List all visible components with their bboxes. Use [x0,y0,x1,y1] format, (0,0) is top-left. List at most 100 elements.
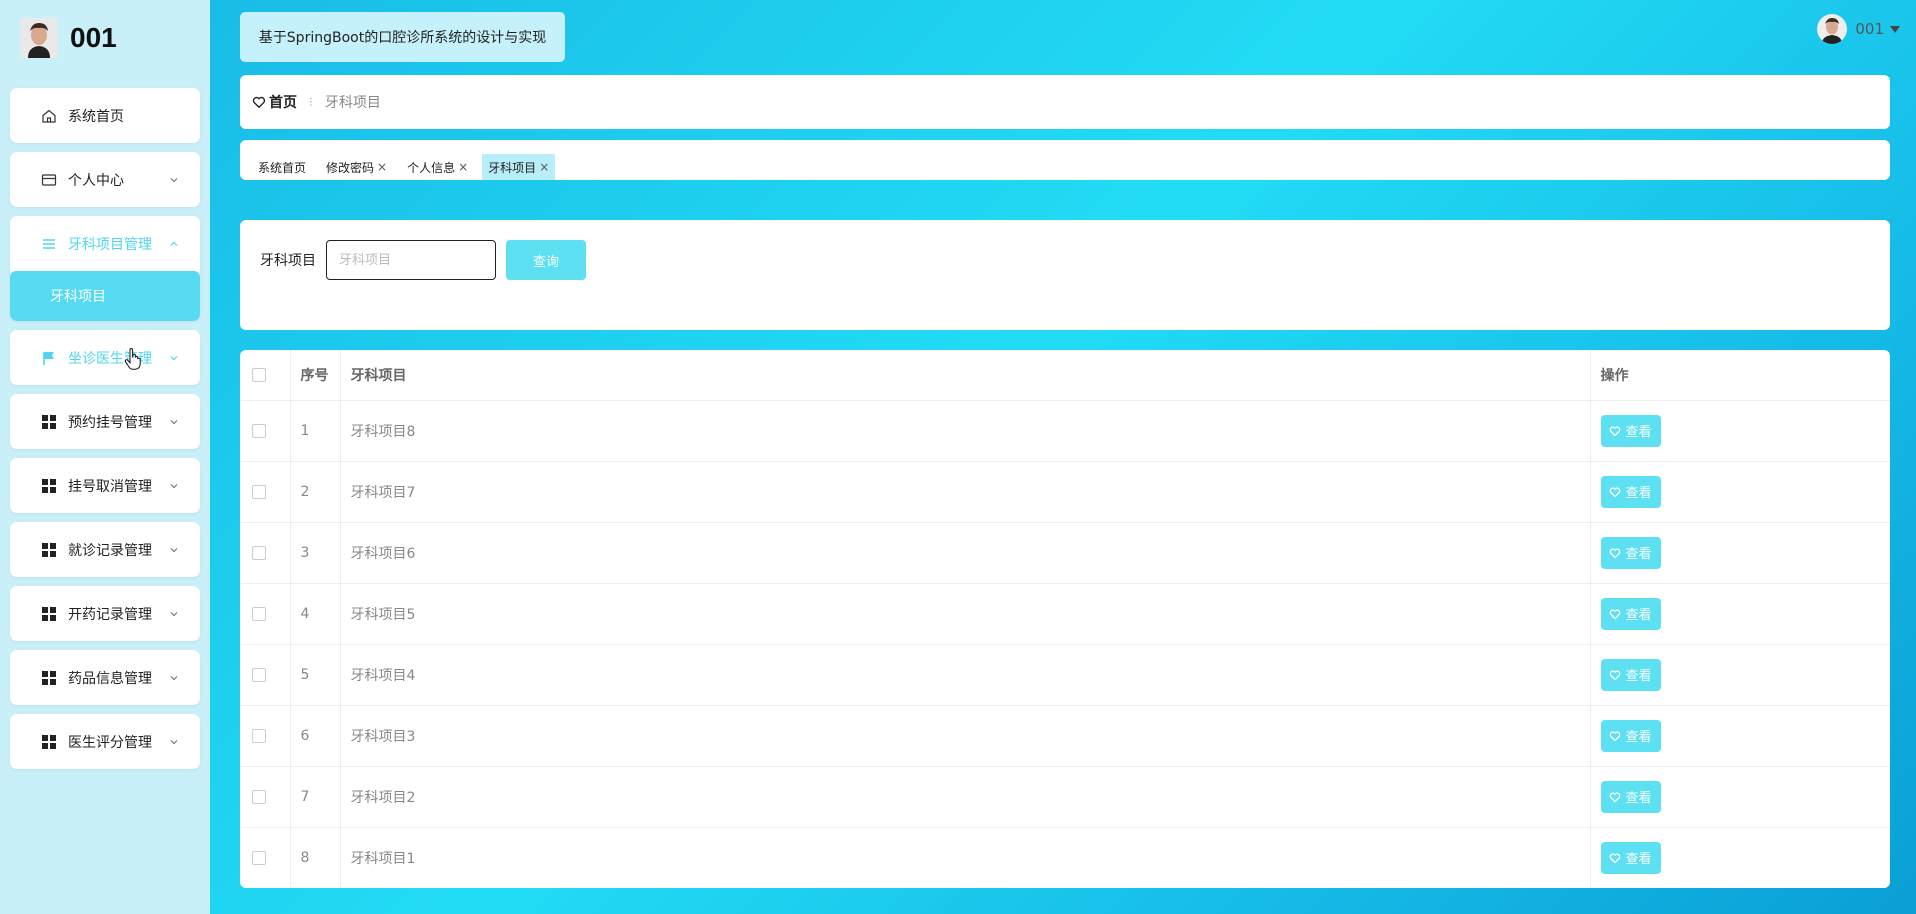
view-button-label: 查看 [1625,547,1652,562]
view-button[interactable]: 查看 [1600,475,1661,508]
table-row: 4 牙科项目5 查看 [240,583,1890,645]
grid-icon [40,733,58,751]
view-button[interactable]: 查看 [1600,414,1661,447]
heart-icon [1610,486,1621,497]
view-button[interactable]: 查看 [1600,536,1661,569]
grid-icon [40,477,58,495]
tab-personal-info[interactable]: 个人信息 × [401,154,474,180]
user-name: 001 [1855,20,1884,38]
sidebar-menu: 系统首页 个人中心 牙科项目管理 牙科项目 坐诊医生管理 预约挂号管理 挂号取消… [10,88,200,778]
sidebar-item-medicines[interactable]: 药品信息管理 [10,650,200,705]
tab-label: 修改密码 [326,160,375,175]
user-menu[interactable]: 001 [1817,14,1900,44]
view-button[interactable]: 查看 [1600,597,1661,630]
view-button[interactable]: 查看 [1600,780,1661,813]
sidebar-subitem-dental-project[interactable]: 牙科项目 [10,271,200,321]
tab-label: 牙科项目 [488,160,537,175]
sidebar-item-prescriptions[interactable]: 开药记录管理 [10,586,200,641]
sidebar-item-dental-projects[interactable]: 牙科项目管理 牙科项目 [10,216,200,321]
heart-icon [1610,852,1621,863]
grid-icon [40,413,58,431]
view-button[interactable]: 查看 [1600,658,1661,691]
row-index: 2 [290,461,341,523]
row-index: 3 [290,522,341,584]
chevron-down-icon [170,675,178,680]
search-input[interactable] [326,240,496,280]
table-row: 7 牙科项目2 查看 [240,766,1890,828]
chevron-down-icon [170,355,178,360]
select-all-checkbox[interactable] [252,367,266,382]
tab-label: 系统首页 [258,160,307,175]
heart-icon [252,96,266,109]
chevron-down-icon [170,483,178,488]
row-checkbox[interactable] [252,423,266,438]
sidebar-item-label: 牙科项目管理 [68,236,152,253]
close-icon[interactable]: × [377,160,387,174]
header-op: 操作 [1590,350,1890,401]
tab-change-password[interactable]: 修改密码 × [320,154,393,180]
close-icon[interactable]: × [539,160,549,174]
row-checkbox[interactable] [252,728,266,743]
header-index: 序号 [290,350,341,401]
view-button-label: 查看 [1625,791,1652,806]
row-index: 7 [290,766,341,828]
breadcrumb-home-label: 首页 [269,95,297,111]
caret-down-icon [1890,25,1900,33]
search-panel: 牙科项目 查询 [240,220,1890,330]
row-name: 牙科项目5 [340,583,1591,645]
brand-name: 001 [70,22,117,53]
row-name: 牙科项目8 [340,400,1591,462]
breadcrumb-home[interactable]: 首页 [252,92,297,112]
view-button[interactable]: 查看 [1600,719,1661,752]
system-title: 基于SpringBoot的口腔诊所系统的设计与实现 [240,12,565,62]
view-button[interactable]: 查看 [1600,841,1661,874]
header-name: 牙科项目 [340,350,1591,401]
sidebar-item-label: 预约挂号管理 [68,414,152,431]
view-button-label: 查看 [1625,730,1652,745]
row-checkbox[interactable] [252,545,266,560]
sidebar-item-label: 开药记录管理 [68,606,152,623]
row-checkbox[interactable] [252,850,266,865]
tab-home[interactable]: 系统首页 [252,154,312,180]
heart-icon [1610,547,1621,558]
row-index: 5 [290,644,341,706]
grid-icon [40,669,58,687]
heart-icon [1610,791,1621,802]
row-checkbox[interactable] [252,789,266,804]
card-icon [40,171,58,189]
row-index: 6 [290,705,341,767]
table-row: 2 牙科项目7 查看 [240,461,1890,523]
row-checkbox[interactable] [252,606,266,621]
heart-icon [1610,669,1621,680]
chevron-down-icon [170,739,178,744]
breadcrumb-separator: ⁝ [309,95,313,109]
row-name: 牙科项目1 [340,827,1591,888]
row-name: 牙科项目4 [340,644,1591,706]
search-label: 牙科项目 [260,253,316,269]
home-icon [40,107,58,125]
row-checkbox[interactable] [252,667,266,682]
sidebar-item-appointments[interactable]: 预约挂号管理 [10,394,200,449]
brand: 001 [20,18,117,58]
row-name: 牙科项目7 [340,461,1591,523]
hand-cursor-icon [124,348,141,370]
sidebar-item-label: 药品信息管理 [68,670,152,687]
view-button-label: 查看 [1625,669,1652,684]
tab-dental-project[interactable]: 牙科项目 × [482,154,556,180]
table-row: 3 牙科项目6 查看 [240,522,1890,584]
sidebar-item-personal-center[interactable]: 个人中心 [10,152,200,207]
sidebar-item-visit-records[interactable]: 就诊记录管理 [10,522,200,577]
chevron-down-icon [170,547,178,552]
row-index: 4 [290,583,341,645]
sidebar-item-doctors[interactable]: 坐诊医生管理 [10,330,200,385]
table-header-row: 序号 牙科项目 操作 [240,350,1890,401]
tab-label: 个人信息 [407,160,456,175]
query-button[interactable]: 查询 [506,240,586,280]
sidebar-item-cancellations[interactable]: 挂号取消管理 [10,458,200,513]
sidebar-item-home[interactable]: 系统首页 [10,88,200,143]
table-row: 6 牙科项目3 查看 [240,705,1890,767]
sidebar-item-doctor-ratings[interactable]: 医生评分管理 [10,714,200,769]
close-icon[interactable]: × [458,160,468,174]
row-checkbox[interactable] [252,484,266,499]
table-row: 5 牙科项目4 查看 [240,644,1890,706]
